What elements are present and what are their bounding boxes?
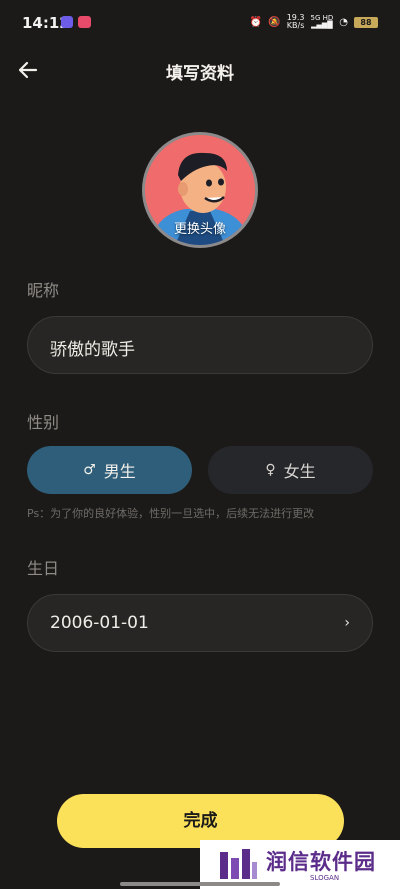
female-icon: ♀ xyxy=(265,462,276,478)
chevron-right-icon: › xyxy=(344,615,350,631)
nickname-value: 骄傲的歌手 xyxy=(50,340,135,360)
alarm-icon: ⏰ xyxy=(249,16,263,28)
app-notification-icon xyxy=(61,16,73,28)
app-notification-icon xyxy=(78,16,91,28)
gender-note: Ps：为了你的良好体验，性别一旦选中，后续无法进行更改 xyxy=(27,507,315,520)
gender-female-button[interactable]: ♀ 女生 xyxy=(208,446,373,494)
status-bar: 14:12 ⏰ 🔕 19.3 KB/s 5G HD ▂▄▆█ ◔ 88 xyxy=(0,0,400,46)
avatar-caption: 更换头像 xyxy=(173,222,226,237)
watermark-text: 润信软件园 xyxy=(266,850,376,874)
birthday-value: 2006-01-01 xyxy=(50,613,149,633)
nickname-input[interactable]: 骄傲的歌手 xyxy=(27,316,373,374)
birthday-label: 生日 xyxy=(27,559,60,578)
nickname-label: 昵称 xyxy=(27,281,60,300)
gender-female-label: 女生 xyxy=(283,462,316,481)
app-header: 填写资料 xyxy=(0,46,400,94)
signal-icon: 5G HD ▂▄▆█ xyxy=(310,14,334,29)
birthday-picker[interactable]: 2006-01-01 › xyxy=(27,594,373,652)
battery-icon: 88 xyxy=(354,16,378,28)
page-title: 填写资料 xyxy=(166,64,234,84)
mute-icon: 🔕 xyxy=(268,16,281,28)
watermark-logo-icon xyxy=(220,849,257,879)
male-icon: ♂ xyxy=(83,462,96,478)
net-speed: 19.3 KB/s xyxy=(286,13,305,30)
avatar-change-button[interactable]: 更换头像 xyxy=(142,132,258,248)
wifi-icon: ◔ xyxy=(339,16,348,28)
home-indicator xyxy=(120,882,280,886)
watermark-slogan: SLOGAN xyxy=(310,874,340,882)
gender-label: 性别 xyxy=(27,413,60,432)
gender-male-button[interactable]: ♂ 男生 xyxy=(27,446,192,494)
gender-male-label: 男生 xyxy=(103,462,136,481)
